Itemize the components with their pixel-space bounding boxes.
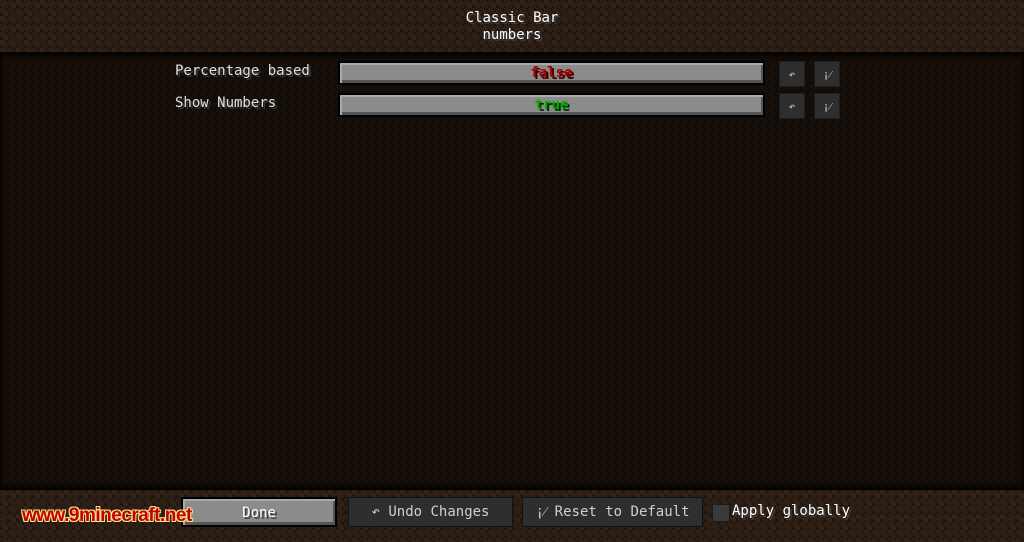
reset-to-default-button[interactable]: ¡⁄ Reset to Default: [522, 497, 703, 527]
percentage-based-undo-button[interactable]: ↶: [779, 61, 805, 87]
watermark: www.9minecraft.net: [22, 505, 192, 526]
option-label-percentage-based: Percentage based: [175, 63, 310, 79]
screen-subtitle: numbers: [482, 27, 542, 43]
percentage-based-reset-button[interactable]: ¡⁄: [814, 61, 840, 87]
screen-title: Classic Bar: [465, 10, 559, 26]
show-numbers-reset-button[interactable]: ¡⁄: [814, 93, 840, 119]
done-button[interactable]: Done: [181, 497, 337, 527]
reset-icon: ¡⁄: [822, 100, 832, 113]
undo-icon: ↶: [788, 68, 796, 81]
show-numbers-undo-button[interactable]: ↶: [779, 93, 805, 119]
percentage-based-toggle[interactable]: false: [338, 61, 765, 85]
options-list[interactable]: [0, 52, 1024, 490]
apply-globally-checkbox[interactable]: [712, 504, 730, 522]
reset-icon: ¡⁄: [822, 68, 832, 81]
option-label-show-numbers: Show Numbers: [175, 95, 277, 111]
show-numbers-toggle[interactable]: true: [338, 93, 765, 117]
header-background: [0, 0, 1024, 52]
undo-changes-button[interactable]: ↶ Undo Changes: [348, 497, 513, 527]
undo-icon: ↶: [788, 100, 796, 113]
apply-globally-label[interactable]: Apply globally: [732, 503, 850, 519]
